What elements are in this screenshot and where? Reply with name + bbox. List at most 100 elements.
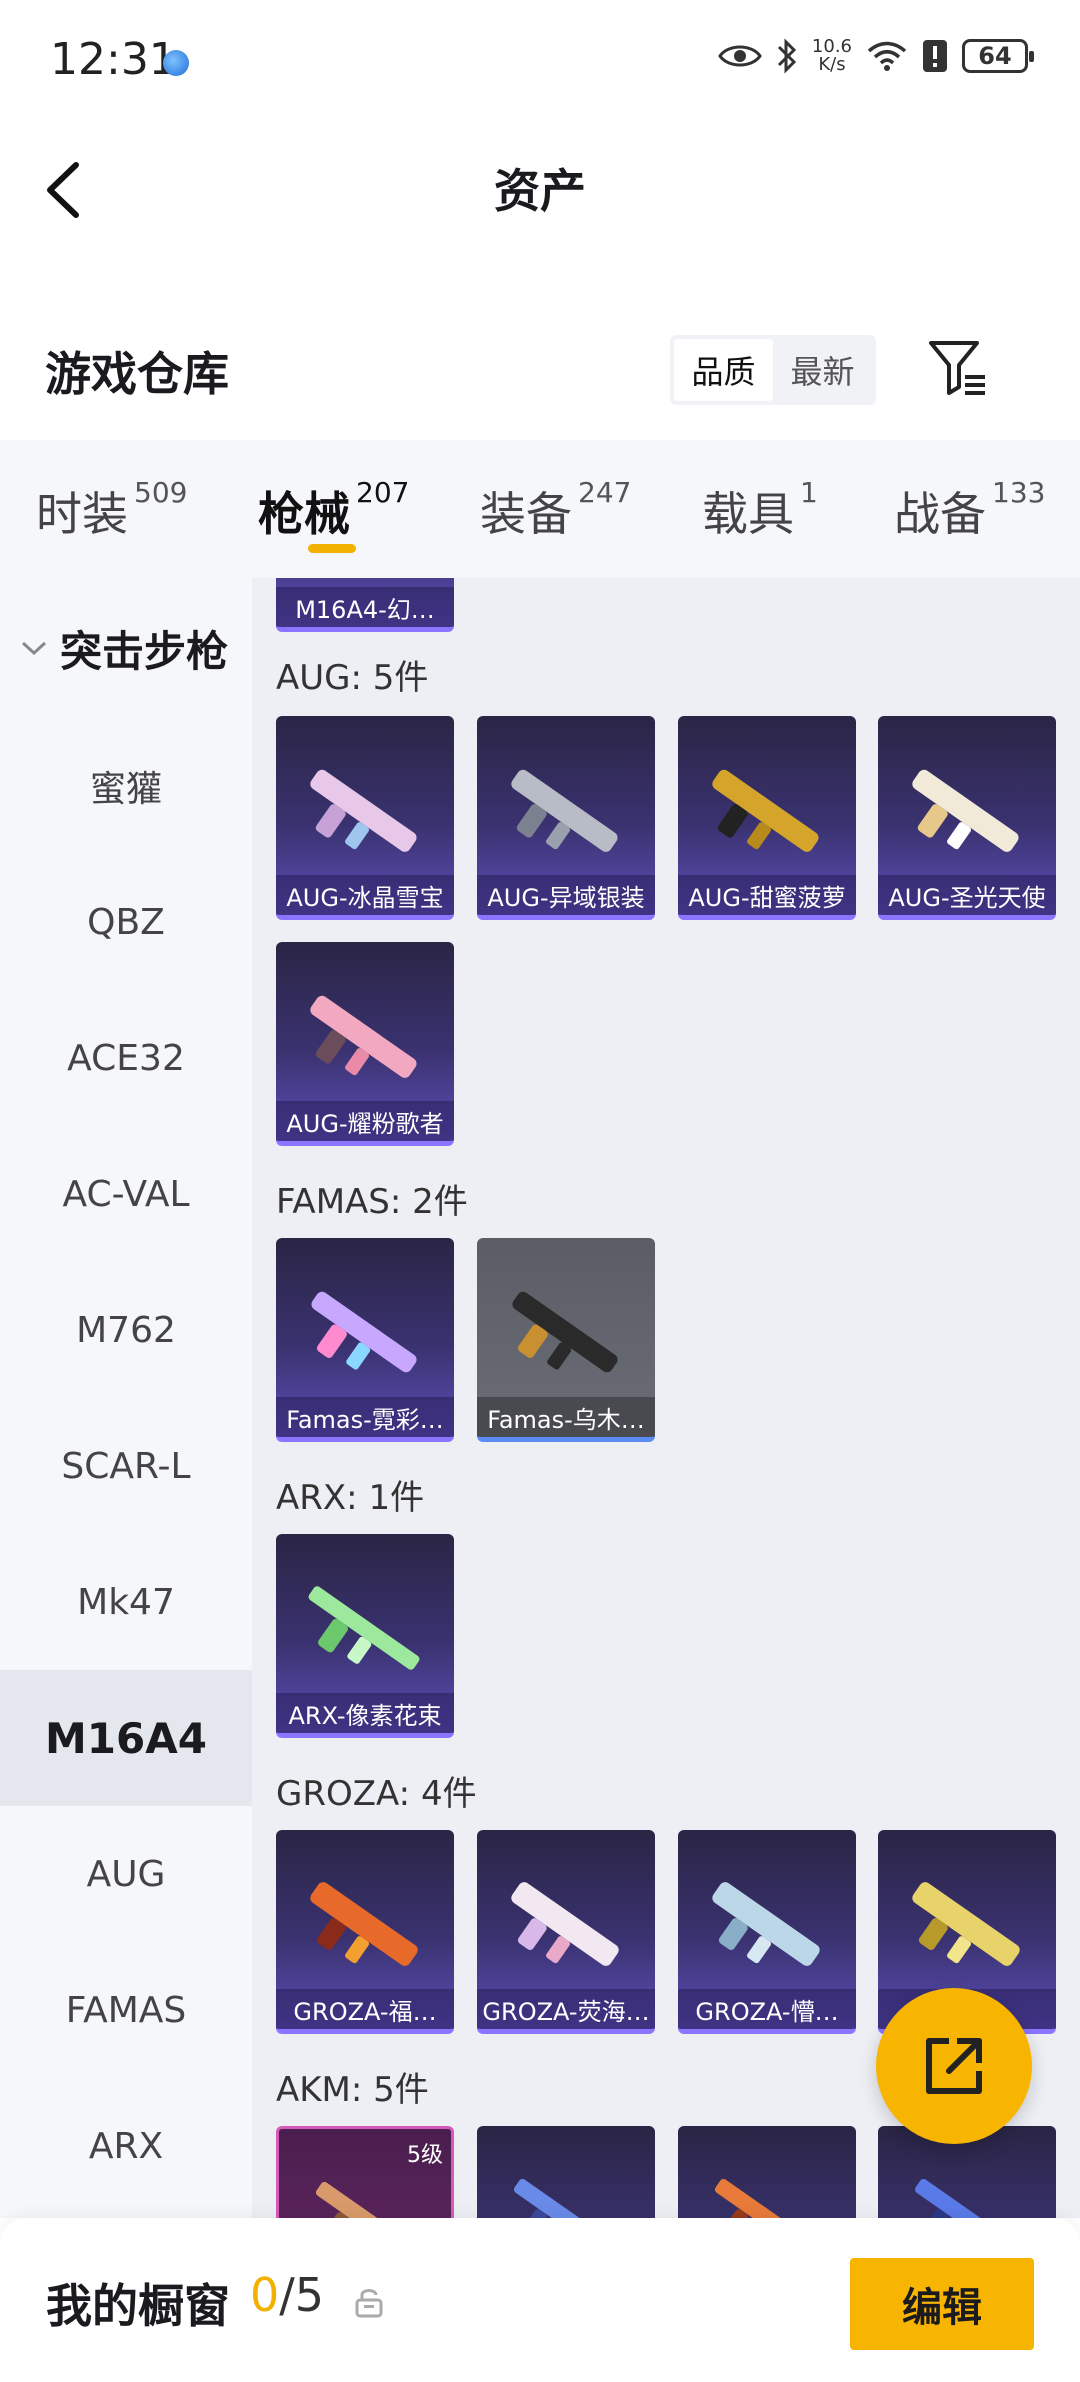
skin-card[interactable]: GROZA-懵…	[678, 1830, 856, 2034]
skin-card[interactable]: 5级	[276, 2126, 454, 2218]
network-speed: 10.6 K/s	[812, 38, 852, 74]
tab-label: 时装	[36, 487, 128, 541]
category-tabs: 时装 509 枪械 207 装备 247 载具 1 战备 133	[0, 440, 1080, 578]
battery-indicator: 64	[962, 39, 1034, 73]
rifle-icon	[912, 769, 1019, 852]
skin-card[interactable]: GROZA-荧海…	[477, 1830, 655, 2034]
weapon-side-nav: 突击步枪 蜜獾 QBZ ACE32 AC-VAL M762 SCAR-L Mk4…	[0, 578, 252, 2218]
skin-card[interactable]: Famas-霓彩…	[276, 1238, 454, 1442]
tab-label: 载具	[702, 487, 794, 541]
skin-card[interactable]: AUG-耀粉歌者	[276, 942, 454, 1146]
skin-card[interactable]	[477, 2126, 655, 2218]
skin-card[interactable]: ARX-像素花束	[276, 1534, 454, 1738]
tab-label: 装备	[480, 487, 572, 541]
skin-name: GROZA-福…	[276, 1989, 454, 2029]
tab-equipment[interactable]: 装备 247	[480, 476, 632, 544]
skin-name: GROZA-懵…	[678, 1989, 856, 2029]
rifle-icon	[714, 2178, 820, 2218]
skin-card[interactable]: GROZA-福…	[276, 1830, 454, 2034]
showcase-current: 0	[250, 2268, 280, 2322]
rifle-icon	[511, 1882, 619, 1966]
bluetooth-icon	[777, 38, 797, 74]
showcase-title: 我的橱窗	[46, 2279, 230, 2333]
tab-supplies[interactable]: 战备 133	[894, 476, 1046, 544]
skin-name: Famas-霓彩…	[276, 1397, 454, 1437]
active-tab-indicator	[308, 544, 356, 553]
status-bar: 12:31 10.6 K/s 64	[0, 0, 1080, 125]
side-item-qbz[interactable]: QBZ	[0, 854, 252, 990]
skin-name: M16A4-幻…	[276, 587, 454, 627]
skin-name: GROZA-荧海…	[477, 1989, 655, 2029]
rifle-icon	[311, 1291, 417, 1373]
wifi-icon	[867, 41, 907, 71]
rifle-icon	[912, 1882, 1020, 1966]
status-icons: 10.6 K/s 64	[718, 38, 1034, 74]
side-item-ace32[interactable]: ACE32	[0, 990, 252, 1126]
rifle-icon	[914, 2178, 1020, 2218]
side-item-ac-val[interactable]: AC-VAL	[0, 1126, 252, 1262]
rifle-icon	[712, 769, 819, 852]
edit-button[interactable]: 编辑	[850, 2258, 1034, 2350]
alert-icon	[923, 40, 947, 72]
filter-icon[interactable]	[925, 335, 993, 403]
lock-icon	[355, 2289, 383, 2318]
tab-guns[interactable]: 枪械 207	[258, 476, 409, 544]
side-group-label: 突击步枪	[60, 626, 229, 676]
group-title-arx: ARX: 1件	[276, 1478, 425, 1518]
app-notification-icon	[163, 50, 189, 76]
skin-name: Famas-乌木…	[477, 1397, 655, 1437]
rifle-icon	[511, 769, 618, 852]
external-link-icon	[926, 2038, 982, 2094]
group-title-famas: FAMAS: 2件	[276, 1182, 468, 1222]
showcase-total: /5	[279, 2268, 325, 2322]
skin-name: ARX-像素花束	[276, 1693, 454, 1733]
skin-card[interactable]: AUG-甜蜜菠萝	[678, 716, 856, 920]
tab-count: 133	[992, 476, 1046, 509]
tab-fashion[interactable]: 时装 509	[36, 476, 188, 544]
skin-name: AUG-冰晶雪宝	[276, 875, 454, 915]
sort-toggle: 品质 最新	[670, 335, 876, 405]
showcase-bar: 我的橱窗 0/5 编辑	[0, 2218, 1080, 2382]
speed-unit: K/s	[818, 54, 846, 75]
skin-card[interactable]: AUG-圣光天使	[878, 716, 1056, 920]
eye-icon	[718, 45, 762, 67]
skin-name: AUG-异域银装	[477, 875, 655, 915]
skin-name: AUG-耀粉歌者	[276, 1101, 454, 1141]
weapon-skin-grid: M16A4-幻… AUG: 5件 AUG-冰晶雪宝 AUG-异域银装 AUG-甜…	[252, 578, 1080, 2218]
rifle-icon	[512, 1291, 618, 1373]
skin-card[interactable]: Famas-乌木…	[477, 1238, 655, 1442]
skin-card[interactable]: AUG-异域银装	[477, 716, 655, 920]
group-title-aug: AUG: 5件	[276, 658, 429, 698]
rifle-icon	[310, 769, 417, 852]
top-bar: 资产	[0, 125, 1080, 255]
share-fab[interactable]	[876, 1988, 1032, 2144]
tab-count: 509	[134, 476, 188, 509]
skin-card[interactable]: M16A4-幻…	[276, 578, 454, 632]
page-title: 资产	[494, 164, 586, 218]
tab-count: 247	[578, 476, 632, 509]
sort-option-latest[interactable]: 最新	[773, 339, 872, 401]
skin-name: AUG-圣光天使	[878, 875, 1056, 915]
side-item-famas[interactable]: FAMAS	[0, 1942, 252, 2078]
skin-card[interactable]	[678, 2126, 856, 2218]
side-item-arx[interactable]: ARX	[0, 2078, 252, 2214]
group-title-groza: GROZA: 4件	[276, 1774, 477, 1814]
side-item-scar-l[interactable]: SCAR-L	[0, 1398, 252, 1534]
tab-vehicles[interactable]: 载具 1	[702, 476, 818, 544]
tab-count: 1	[800, 476, 818, 509]
group-title-akm: AKM: 5件	[276, 2070, 429, 2110]
side-item-m762[interactable]: M762	[0, 1262, 252, 1398]
chevron-down-icon	[21, 641, 47, 656]
side-item-aug[interactable]: AUG	[0, 1806, 252, 1942]
rifle-icon	[310, 1882, 418, 1966]
tab-label: 枪械	[258, 487, 350, 541]
side-item-m16a4[interactable]: M16A4	[0, 1670, 252, 1806]
skin-level-badge: 5级	[407, 2143, 443, 2168]
side-item-mk47[interactable]: Mk47	[0, 1534, 252, 1670]
side-item-honey-badger[interactable]: 蜜獾	[0, 718, 252, 854]
tab-label: 战备	[894, 487, 986, 541]
sort-option-quality[interactable]: 品质	[674, 339, 773, 401]
skin-card[interactable]: AUG-冰晶雪宝	[276, 716, 454, 920]
section-title: 游戏仓库	[45, 347, 229, 401]
side-group-assault-rifles[interactable]: 突击步枪	[0, 618, 252, 678]
